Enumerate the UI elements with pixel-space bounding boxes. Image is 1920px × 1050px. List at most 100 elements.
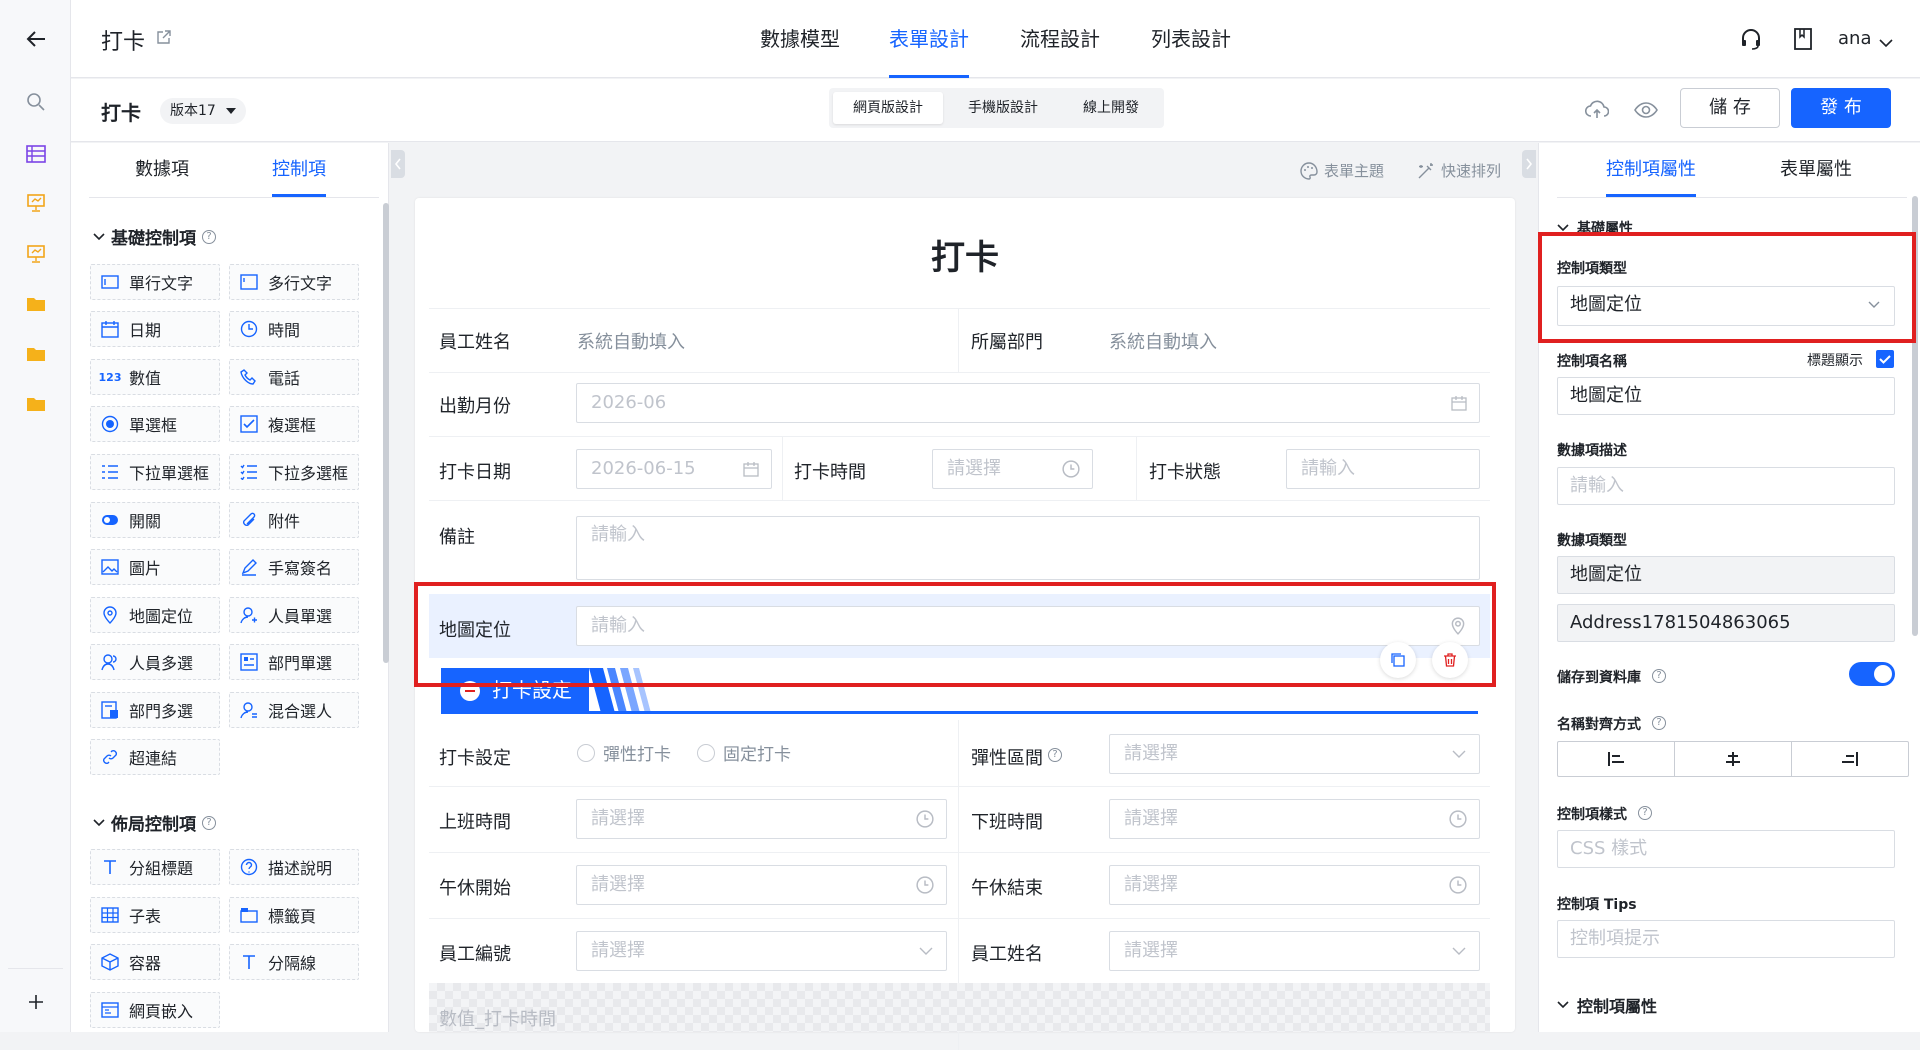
tab-list-design[interactable]: 列表設計: [1151, 0, 1231, 78]
align-left-button[interactable]: [1558, 742, 1675, 776]
tab-form-properties[interactable]: 表單屬性: [1780, 143, 1852, 197]
lunch-start-input[interactable]: 請選擇: [576, 865, 947, 905]
help-icon[interactable]: ?: [1638, 806, 1652, 820]
hidden-field-area[interactable]: 數值_打卡時間: [429, 983, 1490, 1032]
align-center-button[interactable]: [1675, 742, 1792, 776]
ctrl-tabs[interactable]: 標籤頁: [229, 897, 359, 933]
control-style-input[interactable]: CSS 樣式: [1557, 830, 1895, 868]
collapse-left-handle[interactable]: [391, 150, 405, 178]
radio-fixed[interactable]: [697, 743, 715, 762]
ctrl-map-location[interactable]: 地圖定位: [90, 597, 220, 633]
ctrl-dept-single[interactable]: 部門單選: [229, 644, 359, 680]
punch-date-input[interactable]: 2026-06-15: [576, 449, 772, 489]
version-select[interactable]: 版本17: [160, 98, 246, 124]
tab-control-properties[interactable]: 控制項屬性: [1606, 143, 1696, 197]
ctrl-subtable[interactable]: 子表: [90, 897, 220, 933]
quick-arrange-button[interactable]: 快速排列: [1417, 160, 1501, 181]
ctrl-time[interactable]: 時間: [229, 311, 359, 347]
ctrl-dropdown-single[interactable]: 下拉單選框: [90, 454, 220, 490]
employee-name-select[interactable]: 請選擇: [1109, 931, 1480, 971]
user-name[interactable]: ana: [1838, 28, 1871, 49]
search-icon[interactable]: [0, 82, 71, 122]
punch-time-input[interactable]: 請選擇: [932, 449, 1093, 489]
control-name-input[interactable]: 地圖定位: [1557, 377, 1895, 415]
cloud-upload-icon[interactable]: [1584, 100, 1610, 124]
tab-data-items[interactable]: 數據項: [135, 143, 189, 197]
basic-properties-header[interactable]: 基礎屬性: [1557, 218, 1633, 238]
mode-online-dev[interactable]: 線上開發: [1061, 92, 1161, 124]
ctrl-radio[interactable]: 單選框: [90, 406, 220, 442]
help-icon[interactable]: ?: [202, 815, 216, 830]
preview-eye-icon[interactable]: [1634, 101, 1658, 123]
help-icon[interactable]: ?: [1048, 748, 1062, 762]
tab-flow-design[interactable]: 流程設計: [1020, 0, 1100, 78]
folder-icon-2[interactable]: [0, 334, 71, 374]
external-link-icon[interactable]: [156, 29, 172, 49]
map-location-input[interactable]: 請輸入: [576, 606, 1480, 646]
tab-form-design[interactable]: 表單設計: [889, 0, 969, 78]
control-tips-input[interactable]: 控制項提示: [1557, 920, 1895, 958]
data-description-input[interactable]: 請輸入: [1557, 467, 1895, 505]
presentation-icon-2[interactable]: [0, 234, 71, 274]
presentation-icon[interactable]: [0, 183, 71, 223]
control-attributes-header[interactable]: 控制項屬性: [1557, 993, 1657, 1017]
collapse-right-handle[interactable]: [1522, 150, 1536, 178]
folder-icon[interactable]: [0, 284, 71, 324]
layout-controls-header[interactable]: 佈局控制項 ?: [93, 810, 216, 835]
ctrl-divider[interactable]: 分隔線: [229, 944, 359, 980]
ctrl-checkbox[interactable]: 複選框: [229, 406, 359, 442]
control-type-select[interactable]: 地圖定位: [1557, 286, 1895, 326]
ctrl-image[interactable]: 圖片: [90, 549, 220, 585]
plus-icon[interactable]: [0, 982, 71, 1022]
folder-icon-3[interactable]: [0, 384, 71, 424]
help-icon[interactable]: ?: [202, 229, 216, 244]
ctrl-group-title[interactable]: 分組標題: [90, 849, 220, 885]
remark-textarea[interactable]: 請輸入: [576, 516, 1480, 580]
properties-scrollbar[interactable]: [1912, 196, 1918, 636]
tab-controls[interactable]: 控制項: [272, 143, 326, 197]
copy-icon[interactable]: [1380, 642, 1416, 678]
ctrl-user-single[interactable]: 人員單選: [229, 597, 359, 633]
ctrl-dept-multi[interactable]: 部門多選: [90, 692, 220, 728]
ctrl-number[interactable]: 123 數值: [90, 359, 220, 395]
help-icon[interactable]: ?: [1652, 669, 1666, 683]
mode-mobile[interactable]: 手機版設計: [948, 92, 1058, 124]
ctrl-web-embed[interactable]: 網頁嵌入: [90, 992, 220, 1028]
flex-range-select[interactable]: 請選擇: [1109, 734, 1480, 774]
ctrl-multi-text[interactable]: 多行文字: [229, 264, 359, 300]
ctrl-user-multi[interactable]: 人員多選: [90, 644, 220, 680]
ctrl-container[interactable]: 容器: [90, 944, 220, 980]
align-right-button[interactable]: [1792, 742, 1908, 776]
book-icon[interactable]: [1793, 27, 1813, 55]
publish-button[interactable]: 發 布: [1791, 88, 1891, 128]
mode-web[interactable]: 網頁版設計: [833, 92, 943, 124]
basic-controls-header[interactable]: 基礎控制項 ?: [93, 224, 216, 249]
punch-status-input[interactable]: 請輸入: [1286, 449, 1480, 489]
ctrl-dropdown-multi[interactable]: 下拉多選框: [229, 454, 359, 490]
lunch-end-input[interactable]: 請選擇: [1109, 865, 1480, 905]
ctrl-hyperlink[interactable]: 超連結: [90, 739, 220, 775]
ctrl-mixed-select[interactable]: 混合選人: [229, 692, 359, 728]
headset-icon[interactable]: [1739, 27, 1763, 55]
ctrl-phone[interactable]: 電話: [229, 359, 359, 395]
ctrl-switch[interactable]: 開關: [90, 502, 220, 538]
attendance-month-input[interactable]: 2026-06: [576, 383, 1480, 423]
table-list-icon[interactable]: [0, 134, 71, 174]
back-arrow-icon[interactable]: [0, 19, 71, 59]
palette-scrollbar[interactable]: [383, 203, 389, 663]
save-button[interactable]: 儲 存: [1680, 88, 1780, 128]
chevron-down-icon[interactable]: [1879, 33, 1893, 52]
ctrl-attachment[interactable]: 附件: [229, 502, 359, 538]
help-icon[interactable]: ?: [1652, 716, 1666, 730]
trash-icon[interactable]: [1432, 642, 1468, 678]
on-duty-input[interactable]: 請選擇: [576, 799, 947, 839]
form-theme-button[interactable]: 表單主題: [1300, 160, 1384, 181]
off-duty-input[interactable]: 請選擇: [1109, 799, 1480, 839]
save-to-db-toggle[interactable]: [1849, 662, 1895, 686]
tab-data-model[interactable]: 數據模型: [760, 0, 840, 78]
employee-number-select[interactable]: 請選擇: [576, 931, 947, 971]
ctrl-signature[interactable]: 手寫簽名: [229, 549, 359, 585]
ctrl-description[interactable]: 描述說明: [229, 849, 359, 885]
radio-flexible[interactable]: [577, 743, 595, 762]
title-display-checkbox[interactable]: [1876, 350, 1894, 368]
